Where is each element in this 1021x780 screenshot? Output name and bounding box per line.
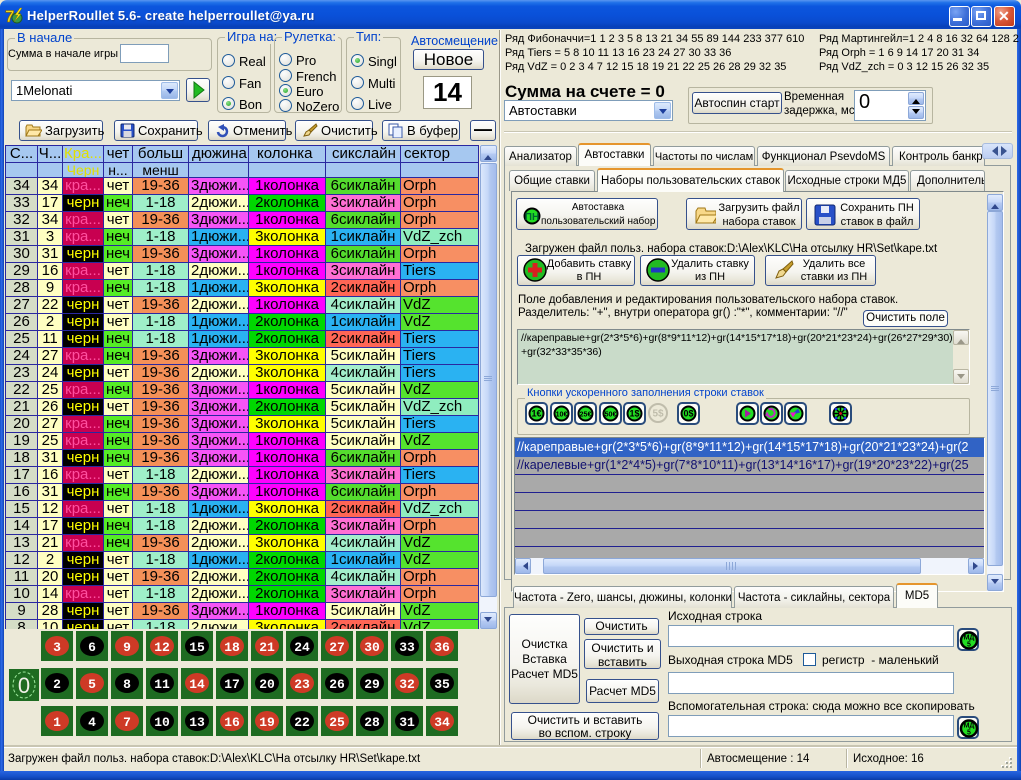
svg-text:21: 21 bbox=[259, 640, 275, 655]
svg-text:36: 36 bbox=[434, 640, 450, 655]
svg-text:6: 6 bbox=[88, 640, 96, 655]
svg-text:5: 5 bbox=[88, 677, 96, 692]
svg-text:4: 4 bbox=[88, 715, 96, 730]
svg-text:23: 23 bbox=[294, 677, 310, 692]
svg-text:7: 7 bbox=[123, 715, 131, 730]
svg-text:17: 17 bbox=[224, 677, 240, 692]
svg-text:30: 30 bbox=[364, 640, 380, 655]
svg-text:20: 20 bbox=[259, 677, 275, 692]
svg-text:18: 18 bbox=[224, 640, 240, 655]
svg-text:10€: 10€ bbox=[556, 412, 568, 419]
svg-text:32: 32 bbox=[399, 677, 415, 692]
svg-text:10: 10 bbox=[154, 715, 170, 730]
svg-text:5: 5 bbox=[967, 730, 971, 737]
svg-text:МД: МД bbox=[964, 723, 975, 730]
svg-text:0$: 0$ bbox=[683, 409, 693, 419]
svg-text:3: 3 bbox=[53, 640, 61, 655]
svg-text:50€: 50€ bbox=[605, 412, 617, 419]
svg-text:8: 8 bbox=[123, 677, 131, 692]
svg-text:1: 1 bbox=[53, 715, 61, 730]
svg-text:16: 16 bbox=[224, 715, 240, 730]
svg-text:25€: 25€ bbox=[580, 412, 592, 419]
svg-text:13: 13 bbox=[189, 715, 205, 730]
svg-text:5$: 5$ bbox=[652, 409, 664, 420]
svg-text:19: 19 bbox=[259, 715, 275, 730]
svg-text:9: 9 bbox=[123, 640, 131, 655]
svg-text:34: 34 bbox=[434, 715, 450, 730]
svg-text:28: 28 bbox=[364, 715, 380, 730]
svg-text:27: 27 bbox=[329, 640, 345, 655]
svg-text:14: 14 bbox=[189, 677, 205, 692]
svg-text:22: 22 bbox=[294, 715, 310, 730]
svg-text:2: 2 bbox=[53, 677, 61, 692]
svg-text:ПН: ПН bbox=[525, 212, 539, 223]
svg-text:15: 15 bbox=[189, 640, 205, 655]
svg-text:0: 0 bbox=[18, 673, 30, 698]
svg-text:33: 33 bbox=[399, 640, 415, 655]
svg-text:29: 29 bbox=[364, 677, 380, 692]
svg-text:24: 24 bbox=[294, 640, 310, 655]
svg-text:МД: МД bbox=[964, 635, 975, 642]
svg-text:1$: 1$ bbox=[629, 409, 639, 419]
svg-text:35: 35 bbox=[434, 677, 450, 692]
svg-text:26: 26 bbox=[329, 677, 345, 692]
svg-text:5: 5 bbox=[967, 642, 971, 649]
svg-text:31: 31 bbox=[399, 715, 415, 730]
svg-text:11: 11 bbox=[154, 677, 170, 692]
svg-text:1€: 1€ bbox=[531, 409, 541, 419]
svg-text:25: 25 bbox=[329, 715, 345, 730]
svg-text:12: 12 bbox=[154, 640, 170, 655]
